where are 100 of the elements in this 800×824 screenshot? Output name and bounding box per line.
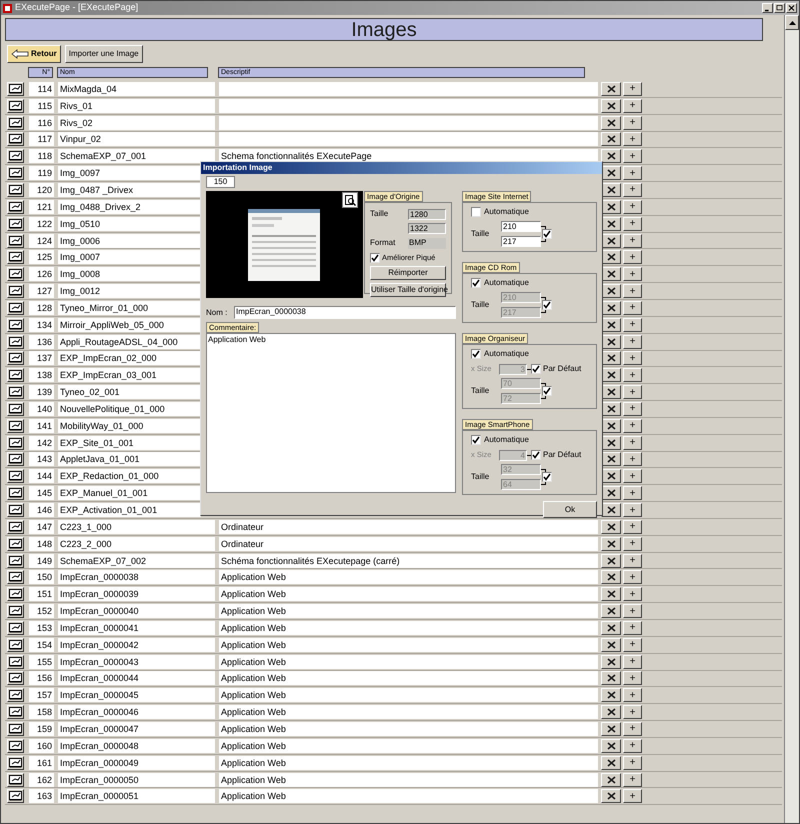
name-field[interactable]: Img_0488_Drivex_2: [58, 200, 201, 214]
description-field[interactable]: Application Web: [219, 738, 598, 753]
description-field[interactable]: Application Web: [219, 620, 598, 635]
name-field[interactable]: ImpEcran_0000049: [58, 756, 215, 770]
name-field[interactable]: ImpEcran_0000040: [58, 604, 215, 618]
name-field[interactable]: C223_2_000: [58, 536, 215, 551]
description-field[interactable]: Ordinateur: [219, 520, 598, 534]
name-field[interactable]: Img_0008: [58, 267, 201, 282]
name-field[interactable]: Vinpur_02: [58, 132, 215, 146]
name-field[interactable]: ImpEcran_0000050: [58, 772, 215, 787]
name-field[interactable]: EXP_Manuel_01_001: [58, 486, 201, 500]
size-field[interactable]: 1322: [408, 223, 446, 234]
add-button[interactable]: +: [623, 318, 642, 332]
name-field[interactable]: C223_1_000: [58, 520, 215, 534]
name-field[interactable]: Img_0007: [58, 250, 201, 264]
import-button[interactable]: Importer une Image: [64, 45, 143, 63]
add-button[interactable]: +: [623, 486, 642, 500]
add-button[interactable]: +: [623, 300, 642, 315]
add-button[interactable]: +: [623, 654, 642, 669]
add-button[interactable]: +: [623, 436, 642, 450]
size-field[interactable]: 1280: [408, 208, 446, 220]
add-button[interactable]: +: [623, 604, 642, 618]
add-button[interactable]: +: [623, 149, 642, 164]
add-button[interactable]: +: [623, 620, 642, 635]
name-field[interactable]: ImpEcran_0000039: [58, 587, 215, 602]
name-field[interactable]: Img_0097: [58, 166, 201, 180]
add-button[interactable]: +: [623, 132, 642, 146]
name-field[interactable]: ImpEcran_0000045: [58, 688, 215, 702]
add-button[interactable]: +: [623, 116, 642, 130]
description-field[interactable]: Application Web: [219, 789, 598, 804]
back-button[interactable]: Retour: [7, 45, 61, 63]
description-field[interactable]: Application Web: [219, 722, 598, 736]
add-button[interactable]: +: [623, 452, 642, 466]
name-field[interactable]: Img_0510: [58, 216, 201, 231]
format-field[interactable]: BMP: [408, 238, 446, 248]
name-field[interactable]: ImpEcran_0000043: [58, 654, 215, 669]
add-button[interactable]: +: [623, 503, 642, 518]
name-field[interactable]: SchemaEXP_07_002: [58, 554, 215, 568]
add-button[interactable]: +: [623, 351, 642, 366]
add-button[interactable]: +: [623, 638, 642, 652]
add-button[interactable]: +: [623, 98, 642, 113]
add-button[interactable]: +: [623, 722, 642, 736]
name-field[interactable]: Rivs_01: [58, 98, 215, 113]
add-button[interactable]: +: [623, 671, 642, 686]
name-field[interactable]: Appli_RoutageADSL_04_000: [58, 334, 201, 349]
name-field[interactable]: Img_0006: [58, 234, 201, 248]
add-button[interactable]: +: [623, 772, 642, 787]
add-button[interactable]: +: [623, 738, 642, 753]
name-field[interactable]: EXP_ImpEcran_03_001: [58, 368, 201, 382]
name-field[interactable]: ImpEcran_0000042: [58, 638, 215, 652]
add-button[interactable]: +: [623, 536, 642, 551]
name-input[interactable]: ImpEcran_0000038: [234, 306, 456, 319]
name-field[interactable]: MobilityWay_01_000: [58, 418, 201, 433]
name-field[interactable]: Img_0012: [58, 284, 201, 298]
add-button[interactable]: +: [623, 284, 642, 298]
name-field[interactable]: EXP_ImpEcran_02_000: [58, 351, 201, 366]
id-field[interactable]: 150: [206, 176, 235, 188]
name-field[interactable]: Tyneo_02_001: [58, 385, 201, 400]
add-button[interactable]: +: [623, 570, 642, 584]
add-button[interactable]: +: [623, 402, 642, 416]
ok-button[interactable]: Ok: [543, 501, 597, 518]
name-field[interactable]: Mirroir_AppliWeb_05_000: [58, 318, 201, 332]
name-field[interactable]: ImpEcran_0000044: [58, 671, 215, 686]
add-button[interactable]: +: [623, 334, 642, 349]
add-button[interactable]: +: [623, 688, 642, 702]
add-button[interactable]: +: [623, 368, 642, 382]
name-field[interactable]: Img_0487 _Drivex: [58, 182, 201, 197]
comment-area[interactable]: Application Web: [206, 333, 456, 493]
add-button[interactable]: +: [623, 200, 642, 214]
add-button[interactable]: +: [623, 756, 642, 770]
add-button[interactable]: +: [623, 705, 642, 720]
name-field[interactable]: Tyneo_Mirror_01_000: [58, 300, 201, 315]
add-button[interactable]: +: [623, 250, 642, 264]
name-field[interactable]: NouvellePolitique_01_000: [58, 402, 201, 416]
add-button[interactable]: +: [623, 789, 642, 804]
add-button[interactable]: +: [623, 385, 642, 400]
add-button[interactable]: +: [623, 469, 642, 484]
description-field[interactable]: Application Web: [219, 587, 598, 602]
size-field[interactable]: 210: [501, 221, 541, 232]
add-button[interactable]: +: [623, 234, 642, 248]
add-button[interactable]: +: [623, 267, 642, 282]
name-field[interactable]: SchemaEXP_07_001: [58, 149, 215, 164]
description-field[interactable]: Ordinateur: [219, 536, 598, 551]
name-field[interactable]: ImpEcran_0000048: [58, 738, 215, 753]
name-field[interactable]: ImpEcran_0000051: [58, 789, 215, 804]
size-field[interactable]: 217: [501, 236, 541, 247]
name-field[interactable]: ImpEcran_0000046: [58, 705, 215, 720]
description-field[interactable]: Application Web: [219, 688, 598, 702]
add-button[interactable]: +: [623, 520, 642, 534]
description-field[interactable]: Application Web: [219, 705, 598, 720]
name-field[interactable]: ImpEcran_0000047: [58, 722, 215, 736]
name-field[interactable]: EXP_Redaction_01_000: [58, 469, 201, 484]
description-field[interactable]: Application Web: [219, 654, 598, 669]
description-field[interactable]: Application Web: [219, 671, 598, 686]
add-button[interactable]: +: [623, 554, 642, 568]
name-field[interactable]: AppletJava_01_001: [58, 452, 201, 466]
add-button[interactable]: +: [623, 182, 642, 197]
name-field[interactable]: MixMagda_04: [58, 82, 215, 96]
add-button[interactable]: +: [623, 587, 642, 602]
add-button[interactable]: +: [623, 82, 642, 96]
